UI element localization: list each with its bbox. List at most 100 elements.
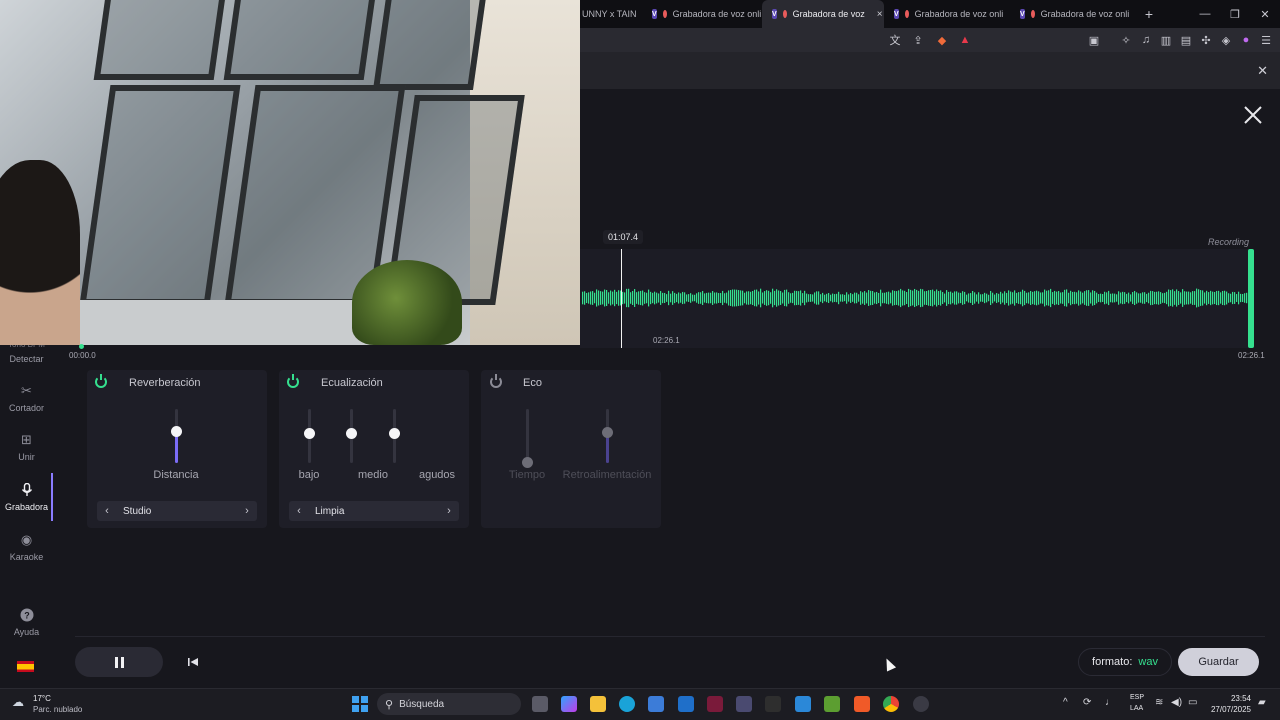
input-layout[interactable]: LAA (1130, 705, 1143, 712)
outlook-icon[interactable] (678, 696, 694, 712)
clock-date[interactable]: 27/07/2025 (1208, 705, 1251, 714)
translate-icon[interactable]: 文 (888, 33, 902, 47)
echo-tiempo-knob[interactable] (522, 456, 533, 468)
screenshot-icon[interactable]: ▣ (1087, 33, 1101, 47)
waveform[interactable] (580, 249, 1254, 348)
new-tab-button[interactable]: + (1134, 0, 1164, 28)
minecraft-icon[interactable] (824, 696, 840, 712)
file-explorer-icon[interactable] (590, 696, 606, 712)
wifi-icon[interactable]: ≋ (1155, 697, 1163, 708)
waveform-bar (1150, 290, 1152, 306)
format-selector[interactable]: formato: wav (1078, 648, 1172, 676)
waveform-bar (636, 292, 638, 304)
visual-studio-icon[interactable] (707, 696, 723, 712)
app-icon[interactable] (795, 696, 811, 712)
prev-preset-icon[interactable]: ‹ (289, 505, 309, 517)
browser-tab[interactable]: V Grabadora de voz onli (642, 0, 762, 28)
store-icon[interactable] (648, 696, 664, 712)
save-button[interactable]: Guardar (1178, 648, 1259, 676)
waveform-bar (1074, 291, 1076, 305)
tray-chevron-icon[interactable]: ^ (1063, 697, 1068, 708)
waveform-bar (720, 293, 722, 303)
menu-icon[interactable]: ☰ (1259, 33, 1273, 47)
input-language[interactable]: ESP (1130, 694, 1144, 701)
tab-label: Grabadora de voz onli (914, 9, 1004, 19)
waveform-bar (886, 292, 888, 304)
browser-tab-active[interactable]: V Grabadora de voz × (762, 0, 884, 28)
waveform-bar (1000, 291, 1002, 305)
spain-flag-icon[interactable] (17, 661, 34, 672)
taskbar-search[interactable]: ⚲ Búsqueda (377, 693, 521, 715)
brave-icon[interactable] (854, 696, 870, 712)
browser-tab[interactable]: UNNY x TAIN (580, 0, 642, 28)
browser-tab[interactable]: V Grabadora de voz onli (884, 0, 1010, 28)
window-pane (79, 85, 241, 305)
progress-indicator[interactable] (79, 344, 84, 349)
sidebar-item-grabadora[interactable]: Grabadora (0, 482, 53, 512)
profile-icon[interactable]: ● (1239, 33, 1253, 47)
windows-start-icon[interactable] (352, 696, 368, 712)
share-icon[interactable]: ⇪ (911, 33, 925, 47)
restore-icon[interactable]: ❐ (1220, 0, 1250, 28)
sidebar-item-unir[interactable]: ⊞ Unir (0, 432, 53, 462)
prev-preset-icon[interactable]: ‹ (97, 505, 117, 517)
skip-back-icon[interactable] (187, 656, 199, 668)
next-preset-icon[interactable]: › (439, 505, 459, 517)
sidebar-item-ayuda[interactable]: ? Ayuda (0, 607, 53, 637)
infobar-close-icon[interactable]: ✕ (1257, 63, 1268, 79)
microphone-tray-icon[interactable]: ♩ (1105, 697, 1115, 708)
epic-games-icon[interactable] (765, 696, 781, 712)
browser-tab[interactable]: V Grabadora de voz onli (1010, 0, 1134, 28)
close-tab-icon[interactable]: × (877, 9, 883, 20)
weather-cloud-icon[interactable]: ☁ (12, 695, 28, 709)
media-icon[interactable]: ♫ (1139, 33, 1153, 47)
clock-time[interactable]: 23:54 (1223, 694, 1251, 703)
eq-preset-selector[interactable]: ‹ Limpia › (289, 501, 459, 521)
reverb-preset-selector[interactable]: ‹ Studio › (97, 501, 257, 521)
task-view-icon[interactable] (532, 696, 548, 712)
close-recorder-icon[interactable] (1242, 104, 1264, 126)
echo-feedback-label: Retroalimentación (562, 469, 652, 481)
sidebar-item-karaoke[interactable]: ◉ Karaoke (0, 532, 53, 562)
pause-button[interactable] (75, 647, 163, 677)
waveform-bar (1104, 291, 1106, 305)
playhead-line[interactable] (621, 249, 622, 348)
sidebar-item-label: Ayuda (13, 627, 40, 637)
notifications-icon[interactable]: ▰ (1258, 697, 1266, 708)
extensions-icon[interactable]: ✣ (1199, 33, 1213, 47)
copilot-icon[interactable] (561, 696, 577, 712)
wallet-icon[interactable]: ▤ (1179, 33, 1193, 47)
sync-icon[interactable]: ⟳ (1083, 697, 1091, 708)
waveform-bar (1004, 291, 1006, 305)
sidebar-toggle-icon[interactable]: ▥ (1159, 33, 1173, 47)
waveform-bar (624, 292, 626, 304)
next-preset-icon[interactable]: › (237, 505, 257, 517)
echo-tiempo-slider[interactable] (526, 409, 529, 463)
leo-icon[interactable]: ✧ (1119, 33, 1133, 47)
waveform-bar (938, 291, 940, 305)
vpn-icon[interactable]: ◈ (1219, 33, 1233, 47)
waveform-bar (730, 290, 732, 306)
brave-shield-icon[interactable]: ◆ (935, 33, 949, 47)
battery-icon[interactable]: ▭ (1188, 697, 1197, 708)
app-icon[interactable] (913, 696, 929, 712)
sidebar-item-cortador[interactable]: ✂ Cortador (0, 383, 53, 413)
edge-icon[interactable] (619, 696, 635, 712)
volume-icon[interactable]: ◀) (1171, 697, 1182, 708)
waveform-bar (680, 293, 682, 303)
end-marker-handle[interactable] (1248, 249, 1254, 348)
brave-rewards-icon[interactable]: ▲ (958, 33, 972, 47)
distance-slider-knob[interactable] (171, 425, 182, 437)
eq-power-icon[interactable] (287, 374, 299, 388)
app-icon[interactable] (736, 696, 752, 712)
minimize-icon[interactable]: — (1190, 0, 1220, 28)
echo-feedback-knob[interactable] (602, 426, 613, 438)
echo-power-icon[interactable] (490, 374, 502, 388)
site-favicon-icon: V (652, 9, 657, 19)
sidebar-item-tono-bpm[interactable]: Tono BPM Detectar (0, 345, 53, 364)
window-close-icon[interactable]: ✕ (1250, 0, 1280, 28)
waveform-bar (912, 290, 914, 306)
chrome-icon[interactable] (883, 696, 899, 712)
reverb-power-icon[interactable] (95, 374, 107, 388)
waveform-bar (794, 290, 796, 306)
